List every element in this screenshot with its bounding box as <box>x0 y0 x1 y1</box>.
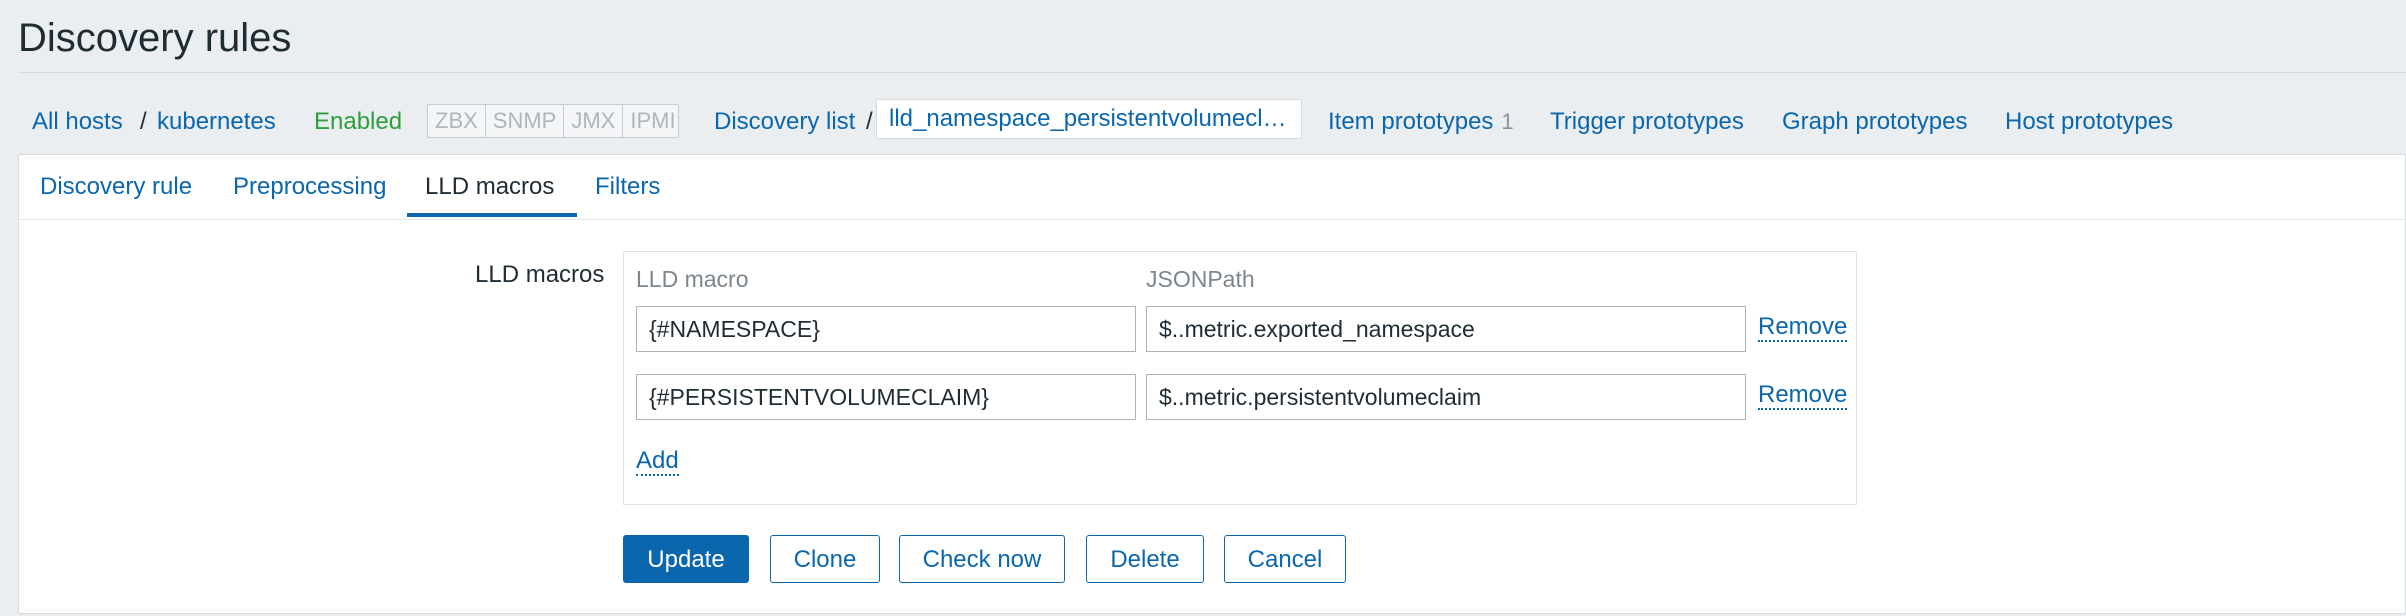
item-prototypes-link[interactable]: Item prototypes 1 <box>1328 108 1514 136</box>
host-link[interactable]: kubernetes <box>157 108 276 136</box>
active-tab-indicator <box>407 213 577 217</box>
tab-bar: Discovery rule Preprocessing LLD macros … <box>19 155 2405 220</box>
zbx-badge: ZBX <box>428 105 486 137</box>
header-divider <box>18 72 2406 73</box>
graph-prototypes-link[interactable]: Graph prototypes <box>1782 108 1967 136</box>
macro-input[interactable]: {#PERSISTENTVOLUMECLAIM} <box>636 374 1136 420</box>
status-enabled[interactable]: Enabled <box>314 108 402 136</box>
item-prototypes-count: 1 <box>1501 109 1514 134</box>
tab-discovery-rule[interactable]: Discovery rule <box>40 173 192 201</box>
macro-input[interactable]: {#NAMESPACE} <box>636 306 1136 352</box>
lld-macros-label: LLD macros <box>475 261 605 288</box>
ipmi-badge: IPMI <box>630 108 676 133</box>
current-discovery-rule[interactable]: lld_namespace_persistentvolumecl… <box>876 99 1302 139</box>
jsonpath-input[interactable]: $..metric.exported_namespace <box>1146 306 1746 352</box>
tab-lld-macros[interactable]: LLD macros <box>425 173 554 201</box>
trigger-prototypes-link[interactable]: Trigger prototypes <box>1550 108 1744 136</box>
host-prototypes-link[interactable]: Host prototypes <box>2005 108 2173 136</box>
all-hosts-link[interactable]: All hosts <box>32 108 123 136</box>
update-button[interactable]: Update <box>623 535 749 583</box>
breadcrumb-separator: / <box>866 108 873 135</box>
check-now-button[interactable]: Check now <box>899 535 1065 583</box>
interface-availability: ZBX SNMP JMX IPMI <box>427 104 679 138</box>
remove-link[interactable]: Remove <box>1758 382 1848 410</box>
lld-macros-table: LLD macro JSONPath {#NAMESPACE} $..metri… <box>623 251 1857 505</box>
clone-button[interactable]: Clone <box>770 535 880 583</box>
snmp-badge: SNMP <box>486 105 565 137</box>
cancel-button[interactable]: Cancel <box>1224 535 1346 583</box>
tab-filters[interactable]: Filters <box>595 173 660 201</box>
jsonpath-input[interactable]: $..metric.persistentvolumeclaim <box>1146 374 1746 420</box>
column-lld-macro: LLD macro <box>636 266 749 292</box>
discovery-list-link[interactable]: Discovery list <box>714 108 855 136</box>
tab-preprocessing[interactable]: Preprocessing <box>233 173 386 201</box>
breadcrumb-separator: / <box>140 108 147 135</box>
jmx-badge: JMX <box>564 105 624 137</box>
host-navigation: All hosts / kubernetes Enabled ZBX SNMP … <box>0 90 2406 152</box>
add-macro-link[interactable]: Add <box>636 448 679 476</box>
delete-button[interactable]: Delete <box>1086 535 1204 583</box>
page-title: Discovery rules <box>18 16 292 60</box>
column-jsonpath: JSONPath <box>1146 266 1255 292</box>
form-panel: Discovery rule Preprocessing LLD macros … <box>18 154 2406 614</box>
item-prototypes-label: Item prototypes <box>1328 108 1494 135</box>
remove-link[interactable]: Remove <box>1758 314 1848 342</box>
